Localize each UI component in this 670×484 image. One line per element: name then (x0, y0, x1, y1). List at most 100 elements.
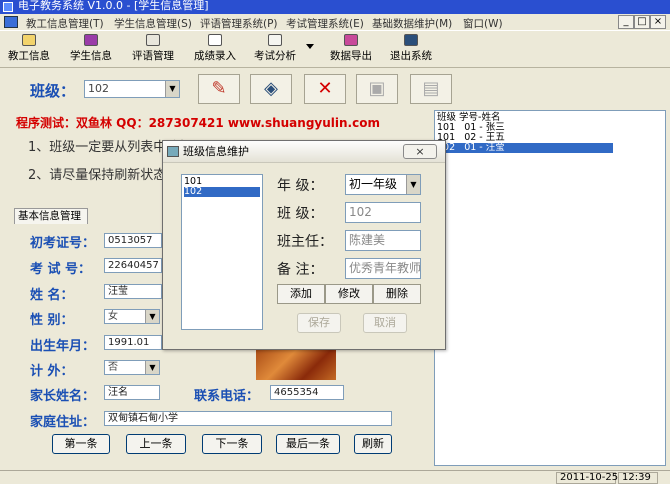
toolbar-student-info[interactable]: 学生信息 (66, 34, 116, 66)
save-disabled-button[interactable]: ▣ (356, 74, 398, 104)
export-icon (344, 34, 358, 46)
remark-label: 备 注： (277, 262, 324, 278)
minimize-button[interactable]: _ (618, 15, 634, 29)
edit-pen-button[interactable]: ✎ (198, 74, 240, 104)
chevron-down-icon[interactable] (306, 44, 314, 49)
gender-select[interactable]: 女 ▼ (104, 309, 160, 324)
list-item-selected[interactable]: 102 (184, 187, 260, 197)
head-teacher-label: 班主任： (277, 234, 333, 250)
close-button[interactable]: × (650, 15, 666, 29)
class-list[interactable]: 101 102 (181, 174, 263, 330)
dialog-title-bar: 班级信息维护 × (163, 141, 445, 163)
phone-label: 联系电话： (194, 389, 260, 404)
class-maintenance-dialog: 班级信息维护 × 101 102 年 级： 初一年级 ▼ 班 级： 102 班主… (162, 140, 446, 350)
system-menu-icon[interactable] (4, 16, 18, 28)
class-select[interactable]: 102 ▼ (84, 80, 180, 98)
menu-comment[interactable]: 评语管理系统(P) (200, 16, 278, 31)
exam-id-field[interactable]: 0513057 (104, 233, 162, 248)
maximize-button[interactable]: □ (634, 15, 650, 29)
refresh-button[interactable]: 刷新 (354, 434, 392, 454)
exam-id-label: 初考证号： (30, 236, 96, 251)
grade-value: 初一年级 (349, 177, 398, 191)
menu-student[interactable]: 学生信息管理(S) (114, 16, 192, 31)
toolbar-score-entry[interactable]: 成绩录入 (190, 34, 240, 66)
gender-label: 性 别： (30, 313, 74, 328)
remark-field[interactable]: 优秀青年教师 (345, 258, 421, 279)
prev-record-button[interactable]: 上一条 (126, 434, 186, 454)
analysis-icon (268, 34, 282, 46)
print-disabled-button[interactable]: ▤ (410, 74, 452, 104)
name-field[interactable]: 汪莹 (104, 284, 162, 299)
exit-icon (404, 34, 418, 46)
parent-label: 家长姓名： (30, 389, 96, 404)
toolbar-exam-analysis[interactable]: 考试分析 (250, 34, 300, 66)
menu-teacher[interactable]: 教工信息管理(T) (26, 16, 104, 31)
name-label: 姓 名： (30, 288, 74, 303)
chevron-down-icon[interactable]: ▼ (145, 361, 159, 374)
menu-exam[interactable]: 考试管理系统(E) (286, 16, 364, 31)
toolbar-label: 评语管理 (132, 50, 174, 62)
first-record-button[interactable]: 第一条 (52, 434, 110, 454)
menu-basic-data[interactable]: 基础数据维护(M) (372, 16, 452, 31)
parent-field[interactable]: 汪名 (104, 385, 160, 400)
disk-icon: ◈ (264, 78, 278, 99)
class-name-field[interactable]: 102 (345, 202, 421, 223)
menu-window[interactable]: 窗口(W) (463, 16, 503, 31)
dialog-icon (167, 146, 179, 157)
chevron-down-icon[interactable]: ▼ (165, 81, 179, 97)
toolbar-label: 数据导出 (330, 50, 372, 62)
dialog-title: 班级信息维护 (183, 145, 249, 158)
tab-basic-info[interactable]: 基本信息管理 (14, 208, 88, 224)
cancel-button[interactable]: 取消 (363, 313, 407, 333)
folder-icon (22, 34, 36, 46)
menu-bar: 教工信息管理(T) 学生信息管理(S) 评语管理系统(P) 考试管理系统(E) … (0, 14, 670, 31)
last-record-button[interactable]: 最后一条 (276, 434, 340, 454)
toolbar-data-export[interactable]: 数据导出 (326, 34, 376, 66)
head-teacher-field[interactable]: 陈建美 (345, 230, 421, 251)
dialog-close-button[interactable]: × (403, 144, 437, 159)
toolbar-label: 退出系统 (390, 50, 432, 62)
phone-field[interactable]: 4655354 (270, 385, 344, 400)
delete-button[interactable]: ✕ (304, 74, 346, 104)
chevron-down-icon[interactable]: ▼ (145, 310, 159, 323)
test-no-field[interactable]: 22640457 (104, 258, 162, 273)
comment-icon (146, 34, 160, 46)
delete-x-icon: ✕ (317, 78, 333, 99)
address-label: 家庭住址： (30, 415, 96, 430)
birth-field[interactable]: 1991.01 (104, 335, 162, 350)
save-disk-button[interactable]: ◈ (250, 74, 292, 104)
toolbar-teacher-info[interactable]: 教工信息 (6, 34, 52, 66)
gender-value: 女 (108, 311, 118, 322)
document-icon (208, 34, 222, 46)
note-2: 2、请尽量保持刷新状态 (28, 168, 167, 183)
next-record-button[interactable]: 下一条 (202, 434, 262, 454)
toolbar-label: 学生信息 (70, 50, 112, 62)
toolbar-comment[interactable]: 评语管理 (128, 34, 178, 66)
class-label: 班级： (30, 82, 76, 100)
status-bar: 2011-10-25 12:39 (0, 470, 670, 484)
address-field[interactable]: 双甸镇石甸小学 (104, 411, 392, 426)
toolbar-label: 考试分析 (254, 50, 296, 62)
class-select-value: 102 (88, 82, 109, 95)
delete-class-button[interactable]: 删除 (373, 284, 421, 304)
test-no-label: 考 试 号： (30, 262, 92, 277)
toolbar: 教工信息 学生信息 评语管理 成绩录入 考试分析 数据导出 退出系统 (0, 32, 670, 68)
book-icon (84, 34, 98, 46)
add-button[interactable]: 添加 (277, 284, 325, 304)
pen-icon: ✎ (211, 78, 227, 99)
class-name-label: 班 级： (277, 206, 324, 222)
window-title: 电子教务系统 V1.0.0 - [学生信息管理] (18, 0, 209, 12)
list-item-selected[interactable]: 102 01 - 汪莹 (437, 143, 613, 153)
edit-button[interactable]: 修改 (325, 284, 373, 304)
chevron-down-icon[interactable]: ▼ (406, 175, 420, 194)
app-icon (3, 2, 13, 12)
out-of-plan-value: 否 (108, 362, 118, 373)
grade-label: 年 级： (277, 178, 324, 194)
toolbar-label: 成绩录入 (194, 50, 236, 62)
save-button[interactable]: 保存 (297, 313, 341, 333)
grade-select[interactable]: 初一年级 ▼ (345, 174, 421, 195)
toolbar-exit[interactable]: 退出系统 (386, 34, 436, 66)
student-list[interactable]: 班级 学号-姓名 101 01 - 张三 101 02 - 王五 102 01 … (434, 110, 666, 466)
out-of-plan-label: 计 外： (30, 364, 74, 379)
out-of-plan-select[interactable]: 否 ▼ (104, 360, 160, 375)
